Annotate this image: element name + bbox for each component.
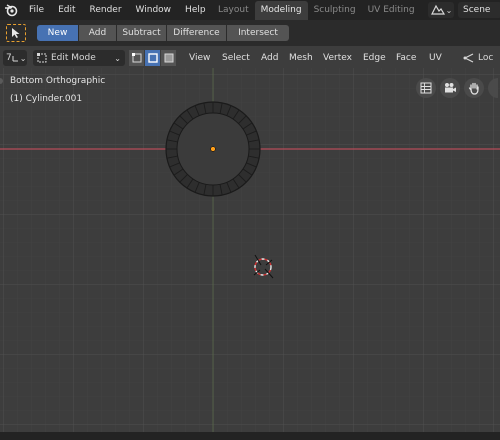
edge-select-button[interactable]: [145, 50, 161, 66]
chevron-down-icon: ⌄: [445, 5, 453, 15]
menu-edit[interactable]: Edit: [51, 0, 82, 20]
face-select-icon: [164, 53, 173, 63]
mode-dropdown-label: Edit Mode: [51, 53, 96, 63]
chevron-down-icon: ⌄: [19, 53, 27, 63]
mode-difference-button[interactable]: Difference: [167, 25, 227, 41]
3d-viewport[interactable]: Bottom Orthographic (1) Cylinder.001: [0, 68, 500, 432]
menu-select[interactable]: Select: [222, 48, 250, 68]
tab-uv-editing[interactable]: UV Editing: [362, 1, 421, 20]
vertex-select-button[interactable]: [129, 50, 145, 66]
face-select-button[interactable]: [161, 50, 177, 66]
mode-subtract-button[interactable]: Subtract: [117, 25, 167, 41]
top-menu-bar: File Edit Render Window Help Layout Mode…: [0, 0, 500, 20]
chevron-down-icon: ⌄: [114, 53, 121, 63]
vertex-select-icon: [131, 53, 141, 63]
scene-name-field[interactable]: Scene: [458, 2, 500, 18]
scene-icon: [430, 4, 445, 15]
cursor-arrow-icon: [12, 28, 20, 38]
select-mode-group: [129, 50, 177, 66]
menu-render[interactable]: Render: [83, 0, 129, 20]
toggle-view-button[interactable]: [416, 78, 436, 98]
tab-sculpting[interactable]: Sculpting: [308, 1, 362, 20]
select-box-tool-button[interactable]: [6, 24, 26, 42]
scene-dropdown[interactable]: ⌄: [428, 2, 454, 18]
menu-window[interactable]: Window: [129, 0, 179, 20]
grid-view-icon: [420, 82, 432, 94]
menu-help[interactable]: Help: [178, 0, 213, 20]
mode-dropdown[interactable]: Edit Mode ⌄: [33, 50, 125, 66]
menu-view[interactable]: View: [189, 48, 210, 68]
edge-select-icon: [147, 53, 158, 63]
workspace-tabs: Layout Modeling Sculpting UV Editing: [212, 1, 421, 20]
mode-new-button[interactable]: New: [37, 25, 79, 41]
tab-modeling[interactable]: Modeling: [254, 1, 308, 20]
blender-logo-icon[interactable]: [0, 0, 22, 20]
menu-file[interactable]: File: [22, 0, 51, 20]
boolean-mode-group: New Add Subtract Difference Intersect: [37, 25, 289, 41]
object-origin-icon: [210, 146, 216, 152]
menu-uv[interactable]: UV: [429, 48, 442, 68]
camera-icon: [445, 83, 456, 93]
transform-pivot-icon: [463, 53, 474, 63]
status-bar: [0, 432, 500, 440]
menu-add[interactable]: Add: [261, 48, 278, 68]
tool-settings-bar: New Add Subtract Difference Intersect: [0, 20, 500, 46]
view-name-label: Bottom Orthographic: [10, 76, 106, 86]
zoom-view-button[interactable]: [488, 78, 498, 98]
scene-selector: ⌄ Scene: [428, 1, 500, 19]
editor-type-dropdown[interactable]: 7 ⌄: [3, 50, 27, 66]
viewport-canvas: [0, 68, 500, 432]
edit-mode-icon: [37, 53, 47, 63]
transform-orientation[interactable]: Loc: [463, 52, 493, 64]
cylinder-mesh[interactable]: [165, 101, 261, 197]
transform-orientation-label: Loc: [478, 53, 494, 63]
object-name-label: (1) Cylinder.001: [10, 94, 83, 104]
pan-view-button[interactable]: [464, 78, 484, 98]
tab-layout[interactable]: Layout: [212, 1, 255, 20]
mode-add-button[interactable]: Add: [79, 25, 117, 41]
navigation-gizmo: [416, 78, 498, 98]
menu-edge[interactable]: Edge: [363, 48, 386, 68]
axis-gizmo-icon: [12, 56, 18, 62]
hand-pan-icon: [468, 82, 479, 95]
menu-mesh[interactable]: Mesh: [289, 48, 313, 68]
mode-intersect-button[interactable]: Intersect: [227, 25, 289, 41]
menu-face[interactable]: Face: [396, 48, 416, 68]
camera-view-button[interactable]: [440, 78, 460, 98]
menu-vertex[interactable]: Vertex: [323, 48, 352, 68]
